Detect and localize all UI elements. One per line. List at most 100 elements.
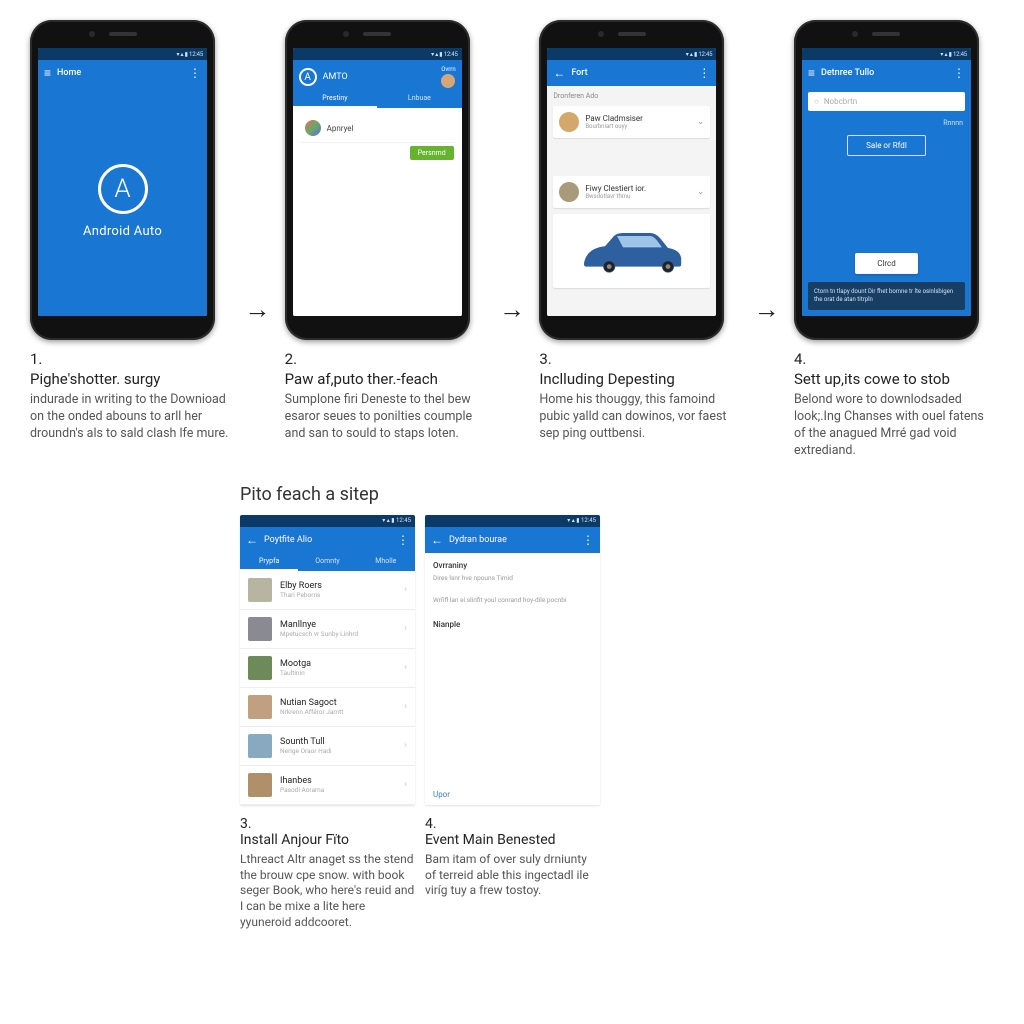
back-icon[interactable]: ← xyxy=(431,533,443,547)
section-heading: Pito feach a sitep xyxy=(240,484,784,505)
chevron-right-icon: › xyxy=(404,584,407,595)
install-button[interactable]: Persnmd xyxy=(410,146,454,160)
car-image xyxy=(553,214,710,288)
list-item[interactable]: MootgaTaultinin › xyxy=(240,649,415,688)
item-subtitle: Mpetucsch vr Sunby Linhrd xyxy=(280,630,396,638)
list-item[interactable]: Sounth TullNerige Oraor Hadi› xyxy=(240,727,415,766)
status-bar: ▾ ▴ ▮ 12:45 xyxy=(293,48,462,60)
tab-2[interactable]: Lnbuae xyxy=(377,90,462,108)
caption-body: Home his thouggy, this famoind pubic yal… xyxy=(539,392,739,443)
list-item[interactable]: Nutian SagoctNrkrenn Afféror Jamtt› xyxy=(240,688,415,727)
action-bar: ≡ Home ⋮ xyxy=(38,60,207,86)
item-title: Mootga xyxy=(280,659,396,669)
status-bar: ▾ ▴ ▮ 12:45 xyxy=(425,515,600,527)
list-item[interactable]: Fiwy Clestiert ior. Bwsdotlavr thmu ⌄ xyxy=(553,176,710,208)
search-icon: ○ xyxy=(814,97,819,106)
back-icon[interactable]: ← xyxy=(246,533,258,547)
content-area: Dronferen Ado Paw Cladmsiser Bourbniart … xyxy=(547,86,716,316)
arrow-icon: → xyxy=(499,294,525,325)
caption-body: Lthreact Altr anaget ss the stend the br… xyxy=(240,852,415,930)
item-title: Fiwy Clestiert ior. xyxy=(585,184,690,193)
thumbnail-icon xyxy=(248,578,272,602)
tab-3[interactable]: Mholle xyxy=(357,553,415,571)
actionbar-title: Dydran bourae xyxy=(449,535,576,545)
menu-icon[interactable]: ≡ xyxy=(808,67,815,79)
phone-frame-4: ▾ ▴ ▮ 12:45 ≡ Detnree Tullo ⋮ ○ Nobcbrtn… xyxy=(794,20,979,340)
step-3: ▾ ▴ ▮ 12:45 ← Fort ⋮ Dronferen Ado Paw C… xyxy=(539,20,739,443)
app-icon xyxy=(305,120,321,136)
tab-2[interactable]: Oomnty xyxy=(298,553,356,571)
tab-1[interactable]: Prypfa xyxy=(240,553,298,571)
caption-body: Bam itam of over suly drniunty of terrei… xyxy=(425,852,600,899)
actionbar-title: Detnree Tullo xyxy=(821,68,947,78)
chevron-right-icon: › xyxy=(404,779,407,790)
splash-screen: A Android Auto xyxy=(38,86,207,316)
chevron-right-icon: › xyxy=(404,662,407,673)
caption-bottom-left: 3. Install Anjour Fïto Lthreact Altr ana… xyxy=(240,813,415,931)
step-4: ▾ ▴ ▮ 12:45 ≡ Detnree Tullo ⋮ ○ Nobcbrtn… xyxy=(794,20,994,460)
item-label: Apnryel xyxy=(327,124,450,133)
section-label: Dronferen Ado xyxy=(553,92,710,100)
car-icon xyxy=(572,221,692,281)
mini-phone-left: ▾ ▴ ▮ 12:45 ← Poytfite Alio ⋮ Prypfa Oom… xyxy=(240,515,415,805)
content-area: Apnryel Persnmd xyxy=(293,108,462,316)
list-item[interactable]: ManllnyeMpetucsch vr Sunby Linhrd› xyxy=(240,610,415,649)
caption-2: 2. Paw af,puto ther.-feach Sumplone firi… xyxy=(285,350,485,443)
action-bar: ← Poytfite Alio ⋮ xyxy=(240,527,415,553)
caption-bottom-right: 4. Event Main Benested Bam itam of over … xyxy=(425,813,600,931)
overflow-icon[interactable]: ⋮ xyxy=(397,533,409,547)
list-item[interactable]: IhanbesPasodi Aorama › xyxy=(240,766,415,805)
tab-1[interactable]: Prestiny xyxy=(293,90,378,108)
link[interactable]: Rnnnn xyxy=(808,119,965,127)
status-bar: ▾ ▴ ▮ 12:45 xyxy=(38,48,207,60)
step-2: ▾ ▴ ▮ 12:45 A AMTO Ovrrn Prestiny xyxy=(285,20,485,443)
overflow-icon[interactable]: ⋮ xyxy=(189,66,201,80)
thumbnail-icon xyxy=(248,734,272,758)
caption-body: indurade in writing to the Downioad on t… xyxy=(30,392,230,443)
tab-bar: Prypfa Oomnty Mholle xyxy=(240,553,415,571)
chevron-right-icon: › xyxy=(404,740,407,751)
item-subtitle: Bwsdotlavr thmu xyxy=(585,193,690,200)
caption-title: Install Anjour Fïto xyxy=(240,832,415,849)
list-item[interactable]: Apnryel xyxy=(299,114,456,142)
bottom-section: Pito feach a sitep ▾ ▴ ▮ 12:45 ← Poytfit… xyxy=(0,484,1024,931)
item-subtitle: Taultinin xyxy=(280,669,396,677)
item-subtitle: Nerige Oraor Hadi xyxy=(280,747,396,755)
search-input[interactable]: ○ Nobcbrtn xyxy=(808,92,965,111)
app-header: A AMTO Ovrrn xyxy=(293,60,462,90)
back-icon[interactable]: ← xyxy=(553,67,565,79)
item-subtitle: Pasodi Aorama xyxy=(280,786,396,794)
outline-button[interactable]: Sale or Rfdl xyxy=(847,135,926,156)
list: Elby RoersThari Peborns›ManllnyeMpetucsc… xyxy=(240,571,415,805)
list-item[interactable]: Elby RoersThari Peborns› xyxy=(240,571,415,610)
app-logo-icon: A xyxy=(98,164,148,214)
primary-button[interactable]: Clrcd xyxy=(855,253,918,274)
footer-link[interactable]: Upor xyxy=(425,784,600,805)
caption-4: 4. Sett up,its cowe to stob Belond wore … xyxy=(794,350,994,460)
overflow-icon[interactable]: ⋮ xyxy=(582,533,594,547)
settings-body: Ovrraniny Dires lsnr hve npouns Timid Wr… xyxy=(425,553,600,784)
item-title: Ihanbes xyxy=(280,776,396,786)
caption-1: 1. Pighe'shotter. surgy indurade in writ… xyxy=(30,350,230,443)
overflow-icon[interactable]: ⋮ xyxy=(953,66,965,80)
caption-title: Sett up,its cowe to stob xyxy=(794,370,994,388)
actionbar-title: Fort xyxy=(571,68,692,78)
item-subtitle: Bourbniart ouyy xyxy=(585,123,690,130)
mini-phone-right: ▾ ▴ ▮ 12:45 ← Dydran bourae ⋮ Ovrraniny … xyxy=(425,515,600,805)
overflow-icon[interactable]: ⋮ xyxy=(698,66,710,80)
item-subtitle: Nrkrenn Afféror Jamtt xyxy=(280,708,396,716)
thumbnail-icon xyxy=(248,617,272,641)
menu-icon[interactable]: ≡ xyxy=(44,67,51,79)
item-title: Elby Roers xyxy=(280,581,396,591)
caption-3: 3. Inclluding Depesting Home his thouggy… xyxy=(539,350,739,443)
avatar[interactable] xyxy=(441,74,455,88)
section-label: Ovrraniny xyxy=(433,561,592,570)
item-title: Paw Cladmsiser xyxy=(585,114,690,123)
phone-frame-2: ▾ ▴ ▮ 12:45 A AMTO Ovrrn Prestiny xyxy=(285,20,470,340)
caption-body: Sumplone firi Deneste to thel bew esaror… xyxy=(285,392,485,443)
avatar-label: Ovrrn xyxy=(441,66,455,73)
list-item[interactable]: Paw Cladmsiser Bourbniart ouyy ⌄ xyxy=(553,106,710,138)
caption-title: Inclluding Depesting xyxy=(539,370,739,388)
chevron-down-icon: ⌄ xyxy=(697,117,705,127)
arrow-icon: → xyxy=(754,294,780,325)
